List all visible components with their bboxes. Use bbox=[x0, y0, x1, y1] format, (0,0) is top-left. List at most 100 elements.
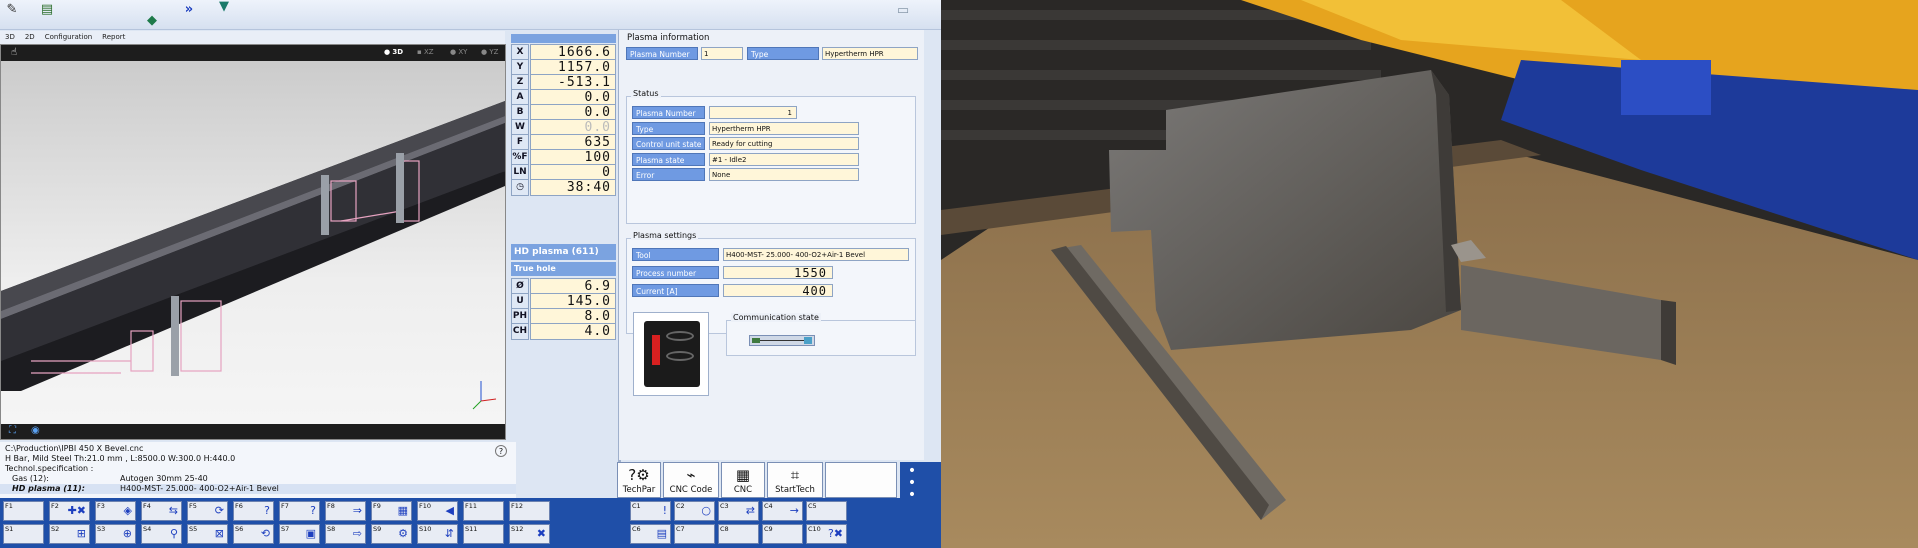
empty-button[interactable] bbox=[825, 462, 897, 498]
fkey-s8[interactable]: S8 ⇨ bbox=[325, 524, 366, 544]
fkey-f6[interactable]: F6? bbox=[233, 501, 274, 521]
fkey-c10[interactable]: C10 ?✖ bbox=[806, 524, 847, 544]
fkey-label: S3 bbox=[97, 525, 106, 533]
view-toolbar: ☝ ● 3D ▪ XZ ● XY ● YZ bbox=[1, 45, 505, 61]
status-group: Status Plasma Number 1 Type Hypertherm HPR C… bbox=[626, 89, 916, 224]
type-label: Type bbox=[747, 47, 819, 60]
fkey-icon: ⇆ bbox=[168, 504, 178, 517]
grid-icon: ▦ bbox=[735, 466, 751, 484]
view-mode-xz[interactable]: ▪ XZ bbox=[417, 48, 434, 56]
process-number-label: Process number bbox=[632, 266, 719, 279]
forward-icon[interactable]: » bbox=[180, 2, 198, 18]
fkey-icon: ✚✖ bbox=[67, 504, 86, 517]
fkey-f7[interactable]: F7? bbox=[279, 501, 320, 521]
chat-icon[interactable]: ▭ bbox=[894, 3, 912, 19]
status-title: Status bbox=[631, 89, 661, 98]
fkey-label: S11 bbox=[465, 525, 478, 533]
process-header: HD plasma (611) bbox=[511, 244, 616, 260]
status-label: Error bbox=[632, 168, 705, 181]
layers-icon[interactable]: ◆ bbox=[143, 13, 161, 29]
fkey-f11[interactable]: F11 bbox=[463, 501, 504, 521]
communication-title: Communication state bbox=[731, 313, 821, 322]
plasma-settings-title: Plasma settings bbox=[631, 231, 699, 240]
cnc-button[interactable]: ▦ CNC bbox=[721, 462, 765, 498]
help-icon[interactable]: ? bbox=[495, 445, 507, 457]
fkey-label: F2 bbox=[51, 502, 59, 510]
status-value: Hypertherm HPR bbox=[709, 121, 859, 135]
fkey-c3[interactable]: C3 ⇄ bbox=[718, 501, 759, 521]
status-label: Plasma Number bbox=[632, 106, 705, 119]
fkey-s5[interactable]: S5 ⊠ bbox=[187, 524, 228, 544]
fkey-s10[interactable]: S10 ⇵ bbox=[417, 524, 458, 544]
fkey-c6[interactable]: C6 ▤ bbox=[630, 524, 671, 544]
fkey-f8[interactable]: F8 ⇒ bbox=[325, 501, 366, 521]
fkey-f2[interactable]: F2 ✚✖ bbox=[49, 501, 90, 521]
status-label: Type bbox=[632, 121, 705, 135]
view-mode-xy[interactable]: ● XY bbox=[450, 48, 467, 56]
torch-icon[interactable]: ▼ bbox=[215, 0, 233, 15]
fkey-f10[interactable]: F10 ◀ bbox=[417, 501, 458, 521]
status-value: #1 - Idle2 bbox=[709, 152, 859, 166]
pointer-icon[interactable]: ☝ bbox=[11, 47, 17, 58]
fkey-c1[interactable]: C1! bbox=[630, 501, 671, 521]
fkey-icon: ! bbox=[662, 504, 667, 517]
fkey-s11[interactable]: S11 bbox=[463, 524, 504, 544]
techpar-icon: ?⚙ bbox=[628, 466, 650, 484]
fkey-f3[interactable]: F3 ◈ bbox=[95, 501, 136, 521]
fkey-c8[interactable]: C8 bbox=[718, 524, 759, 544]
fit-view-icon[interactable]: ⛶ bbox=[9, 425, 16, 436]
fkey-s1[interactable]: S1 bbox=[3, 524, 44, 544]
tab-2d[interactable]: 2D bbox=[20, 31, 40, 44]
fkey-icon: ?✖ bbox=[827, 527, 843, 540]
3d-view[interactable]: ☝ ● 3D ▪ XZ ● XY ● YZ ⛶ ◉ bbox=[0, 44, 506, 440]
fkey-label: F6 bbox=[235, 502, 243, 510]
tab-3d[interactable]: 3D bbox=[0, 31, 20, 44]
fkey-s4[interactable]: S4 ⚲ bbox=[141, 524, 182, 544]
fkey-s6[interactable]: S6 ⟲ bbox=[233, 524, 274, 544]
document-icon[interactable]: ▤ bbox=[38, 2, 56, 18]
fkey-c2[interactable]: C2 ○ bbox=[674, 501, 715, 521]
fkey-c4[interactable]: C4 → bbox=[762, 501, 803, 521]
starttech-button[interactable]: ⌗ StartTech bbox=[767, 462, 823, 498]
main-toolbar: ✎ ▤ ◆ » ▼ ▭ bbox=[0, 0, 941, 30]
eye-icon[interactable]: ◉ bbox=[31, 425, 40, 436]
type-value: Hypertherm HPR bbox=[822, 47, 918, 60]
fkey-s12[interactable]: S12 ✖ bbox=[509, 524, 550, 544]
fkey-f1[interactable]: F1 bbox=[3, 501, 44, 521]
fkey-f12[interactable]: F12 bbox=[509, 501, 550, 521]
tab-configuration[interactable]: Configuration bbox=[40, 31, 97, 44]
tab-report[interactable]: Report bbox=[97, 31, 130, 44]
fkey-s3[interactable]: S3 ⊕ bbox=[95, 524, 136, 544]
fkey-c5[interactable]: C5 bbox=[806, 501, 847, 521]
fkey-icon: ▤ bbox=[656, 527, 667, 540]
more-menu-button[interactable]: • • • bbox=[900, 462, 924, 502]
fkey-label: C3 bbox=[720, 502, 729, 510]
fkey-c9[interactable]: C9 bbox=[762, 524, 803, 544]
fkey-icon: ◀ bbox=[445, 504, 454, 517]
fkey-f5[interactable]: F5 ⟳ bbox=[187, 501, 228, 521]
fkey-f9[interactable]: F9 ▦ bbox=[371, 501, 412, 521]
fkey-icon: ⚙ bbox=[398, 527, 408, 540]
edit-icon[interactable]: ✎ bbox=[3, 2, 21, 18]
connection-icon bbox=[749, 335, 815, 346]
tool-value: H400-MST- 25.000- 400-O2+Air-1 Bevel bbox=[723, 248, 909, 261]
techpar-button[interactable]: ?⚙ TechPar bbox=[617, 462, 661, 498]
plasma-number-value: 1 bbox=[701, 47, 743, 60]
cnc-application: ✎ ▤ ◆ » ▼ ▭ 3D 2D Configuration Report ☝ ● … bbox=[0, 0, 941, 548]
fkey-label: C5 bbox=[808, 502, 817, 510]
workpiece-model bbox=[1, 101, 505, 410]
fkey-f4[interactable]: F4 ⇆ bbox=[141, 501, 182, 521]
fkey-icon: ○ bbox=[701, 504, 711, 517]
cnc-code-button[interactable]: ⌁ CNC Code bbox=[663, 462, 719, 498]
fkey-s9[interactable]: S9 ⚙ bbox=[371, 524, 412, 544]
fkey-label: F7 bbox=[281, 502, 289, 510]
gas-row: Gas (12): Autogen 30mm 25-40 bbox=[12, 474, 208, 483]
fkey-s7[interactable]: S7 ▣ bbox=[279, 524, 320, 544]
fkey-icon: ✖ bbox=[536, 527, 546, 540]
plasma-info-panel: Plasma information Plasma Number 1 Type … bbox=[618, 30, 924, 460]
fkey-c7[interactable]: C7 bbox=[674, 524, 715, 544]
view-mode-yz[interactable]: ● YZ bbox=[481, 48, 498, 56]
fkey-s2[interactable]: S2 ⊞ bbox=[49, 524, 90, 544]
status-label: Control unit state bbox=[632, 137, 705, 150]
view-mode-3d[interactable]: ● 3D bbox=[384, 48, 403, 56]
